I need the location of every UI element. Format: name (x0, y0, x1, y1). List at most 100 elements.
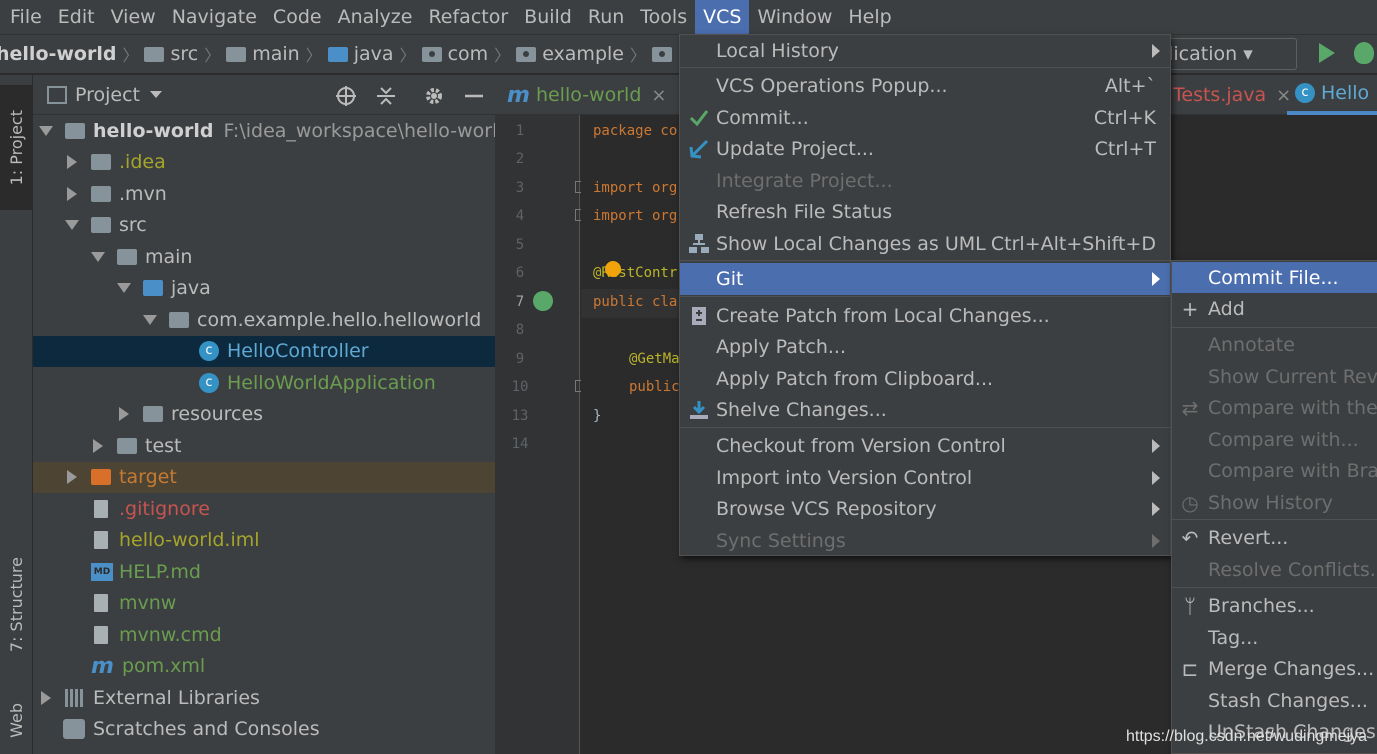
menu-help[interactable]: Help (840, 0, 899, 34)
tree-item-iml[interactable]: hello-world.iml (33, 525, 495, 557)
module-folder-icon (65, 122, 85, 139)
git-item-add[interactable]: + Add (1172, 293, 1377, 324)
menu-item-vcs-operations-popup[interactable]: VCS Operations Popup... Alt+` (680, 70, 1170, 101)
git-item-branches[interactable]: ᛘ Branches... (1172, 590, 1377, 621)
breadcrumb-com[interactable]: com 〉 (421, 35, 517, 73)
git-item-tag[interactable]: Tag... (1172, 622, 1377, 653)
menu-item-refresh-file-status[interactable]: Refresh File Status (680, 196, 1170, 227)
menu-view[interactable]: View (103, 0, 164, 34)
menu-window[interactable]: Window (749, 0, 840, 34)
line-number: 8 (515, 322, 525, 338)
line-number: 2 (515, 151, 525, 167)
menu-file[interactable]: File (2, 0, 50, 34)
tool-tab-project[interactable]: 1: Project (0, 85, 33, 210)
project-panel-header: Project (33, 75, 495, 115)
gear-icon[interactable] (423, 85, 445, 107)
git-item-stash-changes[interactable]: Stash Changes... (1172, 685, 1377, 716)
menu-run[interactable]: Run (580, 0, 632, 34)
menu-separator (1172, 587, 1377, 588)
editor-tab-tests[interactable]: Tests.java × (1165, 75, 1291, 115)
line-number: 13 (511, 408, 529, 424)
submenu-arrow-icon (1152, 501, 1160, 516)
breadcrumb-java[interactable]: java 〉 (327, 35, 422, 73)
line-number: 6 (515, 265, 525, 281)
locate-icon[interactable] (335, 85, 357, 107)
tree-item-package[interactable]: com.example.hello.helloworld (33, 304, 495, 336)
menu-item-git[interactable]: Git (680, 263, 1170, 295)
source-folder-icon (143, 280, 163, 297)
tree-item-idea[interactable]: .idea (33, 147, 495, 179)
menu-analyze[interactable]: Analyze (330, 0, 421, 34)
package-icon (516, 46, 537, 62)
editor-tab-hello-world[interactable]: m hello-world × (495, 75, 670, 115)
intention-bulb-icon[interactable] (605, 261, 621, 277)
menu-item-commit[interactable]: Commit... Ctrl+K (680, 102, 1170, 133)
tree-item-target[interactable]: target (33, 461, 495, 493)
spring-bean-icon[interactable] (533, 291, 553, 311)
git-item-compare-branch: Compare with Branch... (1208, 459, 1377, 482)
tree-item-main[interactable]: main (33, 241, 495, 273)
debug-icon[interactable] (1354, 42, 1374, 64)
tree-item-hello-world[interactable]: hello-world F:\idea_workspace\hello-world (33, 115, 509, 147)
menu-navigate[interactable]: Navigate (164, 0, 265, 34)
code-line: public (629, 379, 680, 395)
close-icon[interactable]: × (651, 85, 666, 106)
folder-icon (91, 217, 111, 234)
chevron-down-icon[interactable] (150, 91, 163, 98)
tree-item-mvn[interactable]: .mvn (33, 178, 495, 210)
menu-edit[interactable]: Edit (50, 0, 103, 34)
menu-item-checkout[interactable]: Checkout from Version Control (680, 430, 1170, 461)
tool-tab-web[interactable]: Web (0, 687, 33, 754)
menu-item-browse-repository[interactable]: Browse VCS Repository (680, 493, 1170, 524)
tool-tab-structure[interactable]: 7: Structure (0, 545, 33, 665)
breadcrumb-src[interactable]: src 〉 (144, 35, 226, 73)
tree-item-java[interactable]: java (33, 273, 495, 305)
tree-item-src[interactable]: src (33, 210, 495, 242)
breadcrumb-example[interactable]: example 〉 (516, 35, 652, 73)
tree-item-hello-world-application[interactable]: c HelloWorldApplication (33, 367, 495, 399)
tree-item-pom[interactable]: m pom.xml (33, 651, 495, 683)
menu-refactor[interactable]: Refactor (420, 0, 516, 34)
menu-item-show-local-changes-uml[interactable]: Show Local Changes as UML Ctrl+Alt+Shift+… (680, 228, 1170, 259)
editor-tab-hello[interactable]: c Hello (1287, 75, 1377, 115)
hide-panel-icon[interactable] (463, 85, 485, 107)
menu-item-apply-patch-clipboard[interactable]: Apply Patch from Clipboard... (680, 363, 1170, 394)
tree-item-mvnw[interactable]: mvnw (33, 588, 495, 620)
line-number: 1 (515, 123, 525, 139)
breadcrumb-main[interactable]: main 〉 (226, 35, 328, 73)
package-icon (651, 46, 672, 62)
menu-separator (680, 427, 1170, 428)
breadcrumb-hello-world[interactable]: hello-world 〉 (0, 35, 144, 73)
submenu-arrow-icon (1152, 533, 1160, 548)
collapse-all-icon[interactable] (375, 85, 397, 107)
project-tree: hello-world F:\idea_workspace\hello-world… (33, 115, 509, 746)
tree-item-external-libraries[interactable]: External Libraries (33, 682, 495, 714)
revert-icon: ↶ (1181, 525, 1199, 550)
tree-item-scratches[interactable]: Scratches and Consoles (33, 714, 495, 746)
tree-item-gitignore[interactable]: .gitignore (33, 493, 495, 525)
menu-item-sync-settings: Sync Settings (680, 525, 1170, 556)
tree-item-test[interactable]: test (33, 430, 495, 462)
menu-code[interactable]: Code (265, 0, 330, 34)
menu-vcs[interactable]: VCS (695, 0, 750, 34)
run-icon[interactable] (1319, 43, 1335, 63)
menu-item-apply-patch[interactable]: Apply Patch... (680, 331, 1170, 362)
tree-item-resources[interactable]: resources (33, 399, 495, 431)
menu-build[interactable]: Build (516, 0, 580, 34)
tree-item-help-md[interactable]: MD HELP.md (33, 556, 495, 588)
menu-item-local-history[interactable]: Local History (680, 35, 1170, 66)
tree-item-mvnw-cmd[interactable]: mvnw.cmd (33, 619, 495, 651)
class-icon: c (199, 341, 219, 362)
menu-item-create-patch[interactable]: Create Patch from Local Changes... (680, 300, 1170, 331)
git-item-commit-file[interactable]: Commit File... (1172, 262, 1377, 293)
menu-tools[interactable]: Tools (632, 0, 695, 34)
code-line: package co (593, 123, 678, 139)
tree-item-hello-controller[interactable]: c HelloController (33, 335, 495, 367)
check-icon (689, 109, 709, 126)
menu-item-update-project[interactable]: Update Project... Ctrl+T (680, 133, 1170, 164)
menu-item-shelve-changes[interactable]: Shelve Changes... (680, 394, 1170, 425)
git-item-merge-changes[interactable]: ⊏ Merge Changes... (1172, 653, 1377, 684)
git-item-revert[interactable]: ↶ Revert... (1172, 522, 1377, 553)
menu-item-import[interactable]: Import into Version Control (680, 462, 1170, 493)
project-view-selector[interactable]: Project (75, 84, 140, 106)
